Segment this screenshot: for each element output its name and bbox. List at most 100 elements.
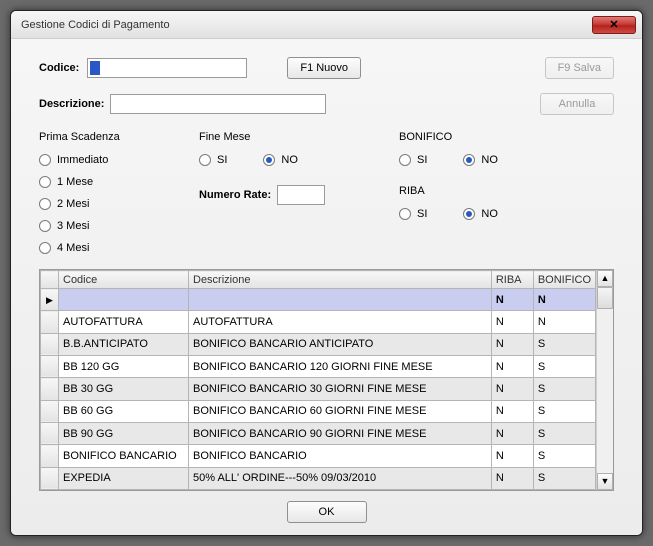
scroll-down-button[interactable]: ▼ — [597, 473, 613, 490]
descrizione-row: Descrizione: Annulla — [39, 93, 614, 115]
cell-codice: BONIFICO BANCARIO — [59, 445, 189, 467]
table-row[interactable]: BB 90 GGBONIFICO BANCARIO 90 GIORNI FINE… — [41, 422, 596, 444]
table-row[interactable]: EXPEDIA50% ALL' ORDINE---50% 09/03/2010N… — [41, 467, 596, 489]
annulla-button[interactable]: Annulla — [540, 93, 614, 115]
row-gutter: ▶ — [41, 289, 59, 311]
col-bonifico[interactable]: BONIFICO — [533, 271, 595, 289]
table-row[interactable]: ▶NN — [41, 289, 596, 311]
cell-descrizione: BONIFICO BANCARIO — [189, 445, 492, 467]
table-row[interactable]: BB 120 GGBONIFICO BANCARIO 120 GIORNI FI… — [41, 355, 596, 377]
scroll-up-button[interactable]: ▲ — [597, 270, 613, 287]
client-area: Codice: F1 Nuovo F9 Salva Descrizione: A… — [11, 39, 642, 535]
cell-descrizione: BONIFICO BANCARIO 120 GIORNI FINE MESE — [189, 355, 492, 377]
middle-column: Fine Mese SI NO Numero Rate: — [199, 131, 399, 259]
vertical-scrollbar[interactable]: ▲ ▼ — [596, 270, 613, 490]
prima-scadenza-option[interactable]: 1 Mese — [39, 171, 199, 193]
f1-nuovo-button[interactable]: F1 Nuovo — [287, 57, 361, 79]
radio-icon — [39, 176, 51, 188]
descrizione-label: Descrizione: — [39, 98, 104, 110]
table-row[interactable]: AUTOFATTURAAUTOFATTURANN — [41, 311, 596, 333]
cell-riba: N — [491, 289, 533, 311]
cell-riba: N — [491, 400, 533, 422]
window-title: Gestione Codici di Pagamento — [21, 19, 592, 31]
chevron-down-icon: ▼ — [601, 477, 610, 486]
cell-codice: BB 120 GG — [59, 355, 189, 377]
cell-descrizione: BONIFICO BANCARIO ANTICIPATO — [189, 333, 492, 355]
close-icon: ✕ — [609, 18, 618, 31]
riba-si[interactable]: SI — [399, 203, 427, 225]
row-gutter — [41, 445, 59, 467]
data-grid[interactable]: Codice Descrizione RIBA BONIFICO ▶NNAUTO… — [39, 269, 614, 491]
prima-scadenza-option[interactable]: 4 Mesi — [39, 237, 199, 259]
cell-riba: N — [491, 378, 533, 400]
scroll-track[interactable] — [597, 287, 613, 473]
cell-riba: N — [491, 467, 533, 489]
cell-riba: N — [491, 333, 533, 355]
numero-rate-input[interactable] — [277, 185, 325, 205]
close-button[interactable]: ✕ — [592, 16, 636, 34]
radio-icon — [39, 242, 51, 254]
radio-icon — [39, 220, 51, 232]
radio-icon — [263, 154, 275, 166]
fine-mese-si[interactable]: SI — [199, 149, 227, 171]
codice-input[interactable] — [87, 58, 247, 78]
bonifico-no[interactable]: NO — [463, 149, 498, 171]
row-gutter — [41, 333, 59, 355]
cell-bonifico: S — [533, 400, 595, 422]
radio-icon — [399, 154, 411, 166]
fine-mese-title: Fine Mese — [199, 131, 399, 143]
table-row[interactable]: BB 60 GGBONIFICO BANCARIO 60 GIORNI FINE… — [41, 400, 596, 422]
radio-icon — [399, 208, 411, 220]
table-row[interactable]: B.B.ANTICIPATOBONIFICO BANCARIO ANTICIPA… — [41, 333, 596, 355]
radio-icon — [39, 198, 51, 210]
cell-bonifico: S — [533, 333, 595, 355]
cell-bonifico: S — [533, 467, 595, 489]
cell-riba: N — [491, 355, 533, 377]
cell-codice: B.B.ANTICIPATO — [59, 333, 189, 355]
radio-icon — [463, 154, 475, 166]
selection-caret — [90, 61, 100, 75]
col-descrizione[interactable]: Descrizione — [189, 271, 492, 289]
radio-icon — [199, 154, 211, 166]
descrizione-input[interactable] — [110, 94, 326, 114]
riba-options: SI NO — [399, 203, 614, 225]
prima-scadenza-option[interactable]: 2 Mesi — [39, 193, 199, 215]
bonifico-title: BONIFICO — [399, 131, 614, 143]
cell-bonifico: S — [533, 445, 595, 467]
cell-riba: N — [491, 422, 533, 444]
grid-gutter-header — [41, 271, 59, 289]
cell-codice: EXPEDIA — [59, 467, 189, 489]
bonifico-options: SI NO — [399, 149, 614, 171]
radio-icon — [463, 208, 475, 220]
prima-scadenza-option[interactable]: Immediato — [39, 149, 199, 171]
cell-bonifico: S — [533, 378, 595, 400]
cell-bonifico: S — [533, 355, 595, 377]
riba-no[interactable]: NO — [463, 203, 498, 225]
cell-codice: BB 30 GG — [59, 378, 189, 400]
fine-mese-no[interactable]: NO — [263, 149, 298, 171]
col-riba[interactable]: RIBA — [491, 271, 533, 289]
cell-descrizione: 50% ALL' ORDINE---50% 09/03/2010 — [189, 467, 492, 489]
bonifico-si[interactable]: SI — [399, 149, 427, 171]
fine-mese-options: SI NO — [199, 149, 399, 171]
cell-descrizione: AUTOFATTURA — [189, 311, 492, 333]
cell-descrizione: BONIFICO BANCARIO 30 GIORNI FINE MESE — [189, 378, 492, 400]
row-gutter — [41, 355, 59, 377]
f9-salva-button[interactable]: F9 Salva — [545, 57, 614, 79]
ok-button[interactable]: OK — [287, 501, 367, 523]
cell-codice — [59, 289, 189, 311]
cell-codice: BB 60 GG — [59, 400, 189, 422]
col-codice[interactable]: Codice — [59, 271, 189, 289]
table-row[interactable]: BONIFICO BANCARIOBONIFICO BANCARIONS — [41, 445, 596, 467]
table-row[interactable]: BB 30 GGBONIFICO BANCARIO 30 GIORNI FINE… — [41, 378, 596, 400]
scroll-thumb[interactable] — [597, 287, 613, 309]
option-groups: Prima Scadenza Immediato1 Mese2 Mesi3 Me… — [39, 131, 614, 259]
dialog-window: Gestione Codici di Pagamento ✕ Codice: F… — [10, 10, 643, 536]
cell-codice: AUTOFATTURA — [59, 311, 189, 333]
prima-scadenza-option[interactable]: 3 Mesi — [39, 215, 199, 237]
numero-rate-row: Numero Rate: — [199, 185, 399, 205]
cell-bonifico: S — [533, 422, 595, 444]
cell-descrizione: BONIFICO BANCARIO 60 GIORNI FINE MESE — [189, 400, 492, 422]
prima-scadenza-title: Prima Scadenza — [39, 131, 199, 143]
row-gutter — [41, 422, 59, 444]
